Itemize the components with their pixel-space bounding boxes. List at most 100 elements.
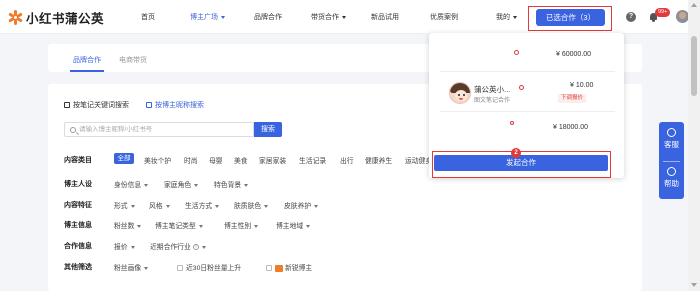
filter-dropdown-style-label: 风格 bbox=[149, 203, 163, 210]
nav-brand-coop[interactable]: 品牌合作 bbox=[254, 12, 282, 22]
note-icon bbox=[64, 102, 70, 108]
new-icon bbox=[275, 264, 283, 272]
filter-dropdown-recent-industry[interactable]: 近期合作行业? bbox=[150, 241, 206, 251]
filter-checkbox-new-kol-label: 新锐博主 bbox=[285, 265, 313, 272]
brand-name: 小红书蒲公英 bbox=[26, 11, 105, 26]
filter-dropdown-region-label: 博主地域 bbox=[276, 223, 304, 230]
cart-item-price-3: ¥ 18000.00 bbox=[553, 124, 589, 131]
filter-dropdown-followers[interactable]: 粉丝数 bbox=[114, 220, 142, 230]
chevron-down-icon bbox=[306, 224, 311, 228]
chevron-down-icon bbox=[130, 204, 135, 208]
checkbox-icon bbox=[177, 265, 183, 272]
price-status-tag: 下调报价 bbox=[558, 94, 587, 103]
chevron-down-icon bbox=[198, 224, 203, 228]
chevron-down-icon bbox=[264, 204, 269, 208]
search-mode-note-keyword[interactable]: 按笔记关键词搜索 bbox=[64, 100, 129, 110]
nav-home[interactable]: 首页 bbox=[141, 12, 155, 22]
search-input[interactable] bbox=[79, 123, 249, 136]
filter-option-fashion[interactable]: 时尚 bbox=[184, 155, 198, 165]
filter-dropdown-skin-type[interactable]: 肤质肤色 bbox=[234, 200, 269, 210]
filter-dropdown-gender[interactable]: 博主性别 bbox=[224, 220, 259, 230]
chevron-down-icon bbox=[165, 204, 170, 208]
filter-dropdown-note-type[interactable]: 博主笔记类型 bbox=[155, 220, 203, 230]
filter-option-food[interactable]: 美食 bbox=[234, 155, 248, 165]
help-button[interactable]: 帮助 bbox=[659, 167, 684, 189]
filter-dropdown-format[interactable]: 形式 bbox=[114, 200, 135, 210]
filter-dropdown-followers-label: 粉丝数 bbox=[114, 223, 135, 230]
filter-dropdown-background-label: 特色背景 bbox=[214, 182, 242, 189]
scroll-down-arrow-icon[interactable] bbox=[691, 283, 697, 287]
nav-mine[interactable]: 我的 bbox=[496, 12, 517, 22]
divider bbox=[663, 161, 680, 162]
filter-option-health[interactable]: 健康养生 bbox=[365, 155, 392, 165]
search-mode-kol-name[interactable]: 按博主昵称搜索 bbox=[146, 100, 204, 110]
logo-icon bbox=[8, 9, 23, 25]
filter-dropdown-identity[interactable]: 身份信息 bbox=[114, 179, 149, 189]
filter-dropdown-fan-profile[interactable]: 粉丝画像 bbox=[114, 262, 149, 272]
filter-dropdown-background[interactable]: 特色背景 bbox=[214, 179, 249, 189]
filter-label-coop-info: 合作信息 bbox=[64, 243, 92, 250]
nav-sales-coop[interactable]: 带货合作 bbox=[311, 12, 346, 22]
highlight-box-launch bbox=[432, 151, 611, 178]
filter-dropdown-region[interactable]: 博主地域 bbox=[276, 220, 311, 230]
service-icon bbox=[667, 128, 676, 137]
page-scrollbar[interactable] bbox=[688, 0, 700, 291]
filter-checkbox-fan-growth[interactable]: 近30日粉丝量上升 bbox=[177, 262, 241, 272]
chevron-down-icon bbox=[244, 183, 249, 187]
filter-option-baby[interactable]: 母婴 bbox=[209, 155, 223, 165]
tab-brand-coop[interactable]: 品牌合作 bbox=[73, 55, 101, 65]
help-icon[interactable]: ? bbox=[626, 12, 636, 22]
filter-dropdown-gender-label: 博主性别 bbox=[224, 223, 252, 230]
filter-dropdown-skin-type-label: 肤质肤色 bbox=[234, 203, 262, 210]
search-button[interactable]: 搜索 bbox=[254, 122, 282, 137]
filter-dropdown-style[interactable]: 风格 bbox=[149, 200, 170, 210]
filter-option-all[interactable]: 全部 bbox=[114, 153, 134, 164]
chevron-down-icon bbox=[144, 183, 149, 187]
tab-ecommerce[interactable]: 电商带货 bbox=[119, 55, 147, 65]
filter-dropdown-price[interactable]: 报价 bbox=[114, 241, 135, 251]
scrollbar-thumb[interactable] bbox=[691, 36, 697, 96]
checkbox-icon bbox=[266, 265, 272, 272]
nav-sales-coop-label: 带货合作 bbox=[311, 14, 339, 21]
remove-dot-3[interactable] bbox=[510, 121, 514, 125]
active-tab-underline bbox=[70, 70, 104, 72]
filter-dropdown-note-type-label: 博主笔记类型 bbox=[155, 223, 196, 230]
remove-dot-2[interactable] bbox=[519, 85, 524, 90]
filter-dropdown-family-role-label: 家庭角色 bbox=[164, 182, 192, 189]
filter-option-life[interactable]: 生活记录 bbox=[299, 155, 326, 165]
filter-label-kol-info: 博主信息 bbox=[64, 222, 92, 229]
nav-cases[interactable]: 优质案例 bbox=[430, 12, 458, 22]
chevron-down-icon bbox=[144, 266, 149, 270]
filter-option-travel[interactable]: 出行 bbox=[340, 155, 354, 165]
highlight-box-cart bbox=[528, 6, 612, 31]
filter-dropdown-skin-care-label: 皮肤养护 bbox=[284, 203, 312, 210]
nav-kol-square[interactable]: 博主广场 bbox=[190, 12, 225, 22]
service-label: 客服 bbox=[664, 140, 679, 149]
chevron-down-icon bbox=[314, 204, 319, 208]
user-icon bbox=[146, 102, 152, 108]
help-circle-icon bbox=[667, 167, 676, 176]
chevron-down-icon bbox=[201, 245, 206, 249]
filter-option-home[interactable]: 家居家装 bbox=[259, 155, 286, 165]
kol-avatar[interactable] bbox=[449, 82, 471, 104]
kol-name[interactable]: 蒲公英小... bbox=[474, 84, 510, 95]
filter-dropdown-identity-label: 身份信息 bbox=[114, 182, 142, 189]
chevron-down-icon bbox=[254, 224, 259, 228]
scroll-up-arrow-icon[interactable] bbox=[691, 3, 697, 7]
chevron-down-icon bbox=[194, 183, 199, 187]
kol-price: ¥ 10.00 bbox=[570, 82, 594, 89]
filter-label-other: 其他筛选 bbox=[64, 264, 92, 271]
brand-logo[interactable]: 小红书蒲公英 bbox=[8, 8, 104, 26]
remove-dot-1[interactable] bbox=[514, 50, 519, 55]
filter-checkbox-new-kol[interactable]: 新锐博主 bbox=[266, 262, 312, 272]
filter-dropdown-family-role[interactable]: 家庭角色 bbox=[164, 179, 199, 189]
question-icon: ? bbox=[192, 244, 199, 251]
floating-help-panel: 客服 帮助 bbox=[659, 122, 684, 199]
filter-dropdown-skin-care[interactable]: 皮肤养护 bbox=[284, 200, 319, 210]
filter-dropdown-lifestyle[interactable]: 生活方式 bbox=[185, 200, 220, 210]
filter-option-beauty[interactable]: 美妆个护 bbox=[144, 155, 171, 165]
service-button[interactable]: 客服 bbox=[659, 128, 684, 150]
nav-new-trial[interactable]: 新品试用 bbox=[371, 12, 399, 22]
chevron-down-icon bbox=[130, 245, 135, 249]
filter-label-content-feature: 内容特征 bbox=[64, 202, 92, 209]
